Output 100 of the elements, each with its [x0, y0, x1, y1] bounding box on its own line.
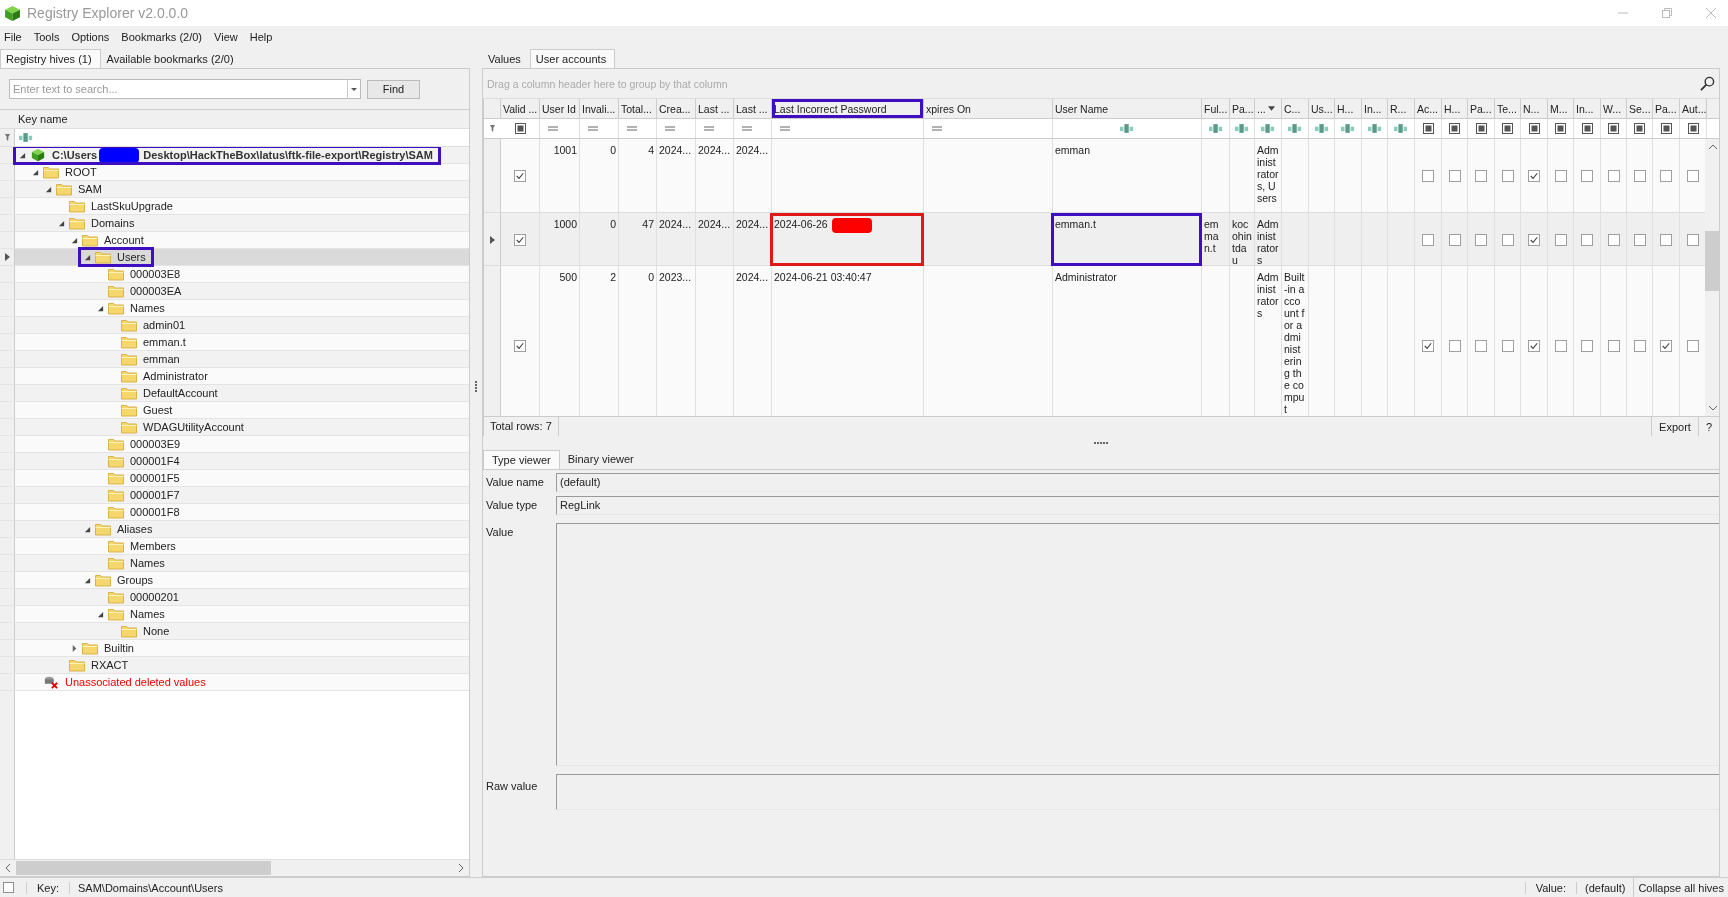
column-header[interactable]: Us... [1309, 99, 1335, 118]
tree-item[interactable]: Members [128, 540, 176, 552]
equals-filter-icon[interactable] [665, 126, 675, 131]
equals-filter-icon[interactable] [780, 126, 790, 131]
column-header[interactable]: Pa... [1653, 99, 1680, 118]
checkbox[interactable] [1448, 340, 1461, 352]
scroll-left-icon[interactable] [5, 864, 11, 872]
tree-item[interactable]: Unassociated deleted values [63, 676, 206, 688]
tree-item[interactable]: None [141, 625, 170, 637]
column-header[interactable]: ... [1255, 99, 1282, 118]
menu-item[interactable]: Bookmarks (2/0) [121, 30, 203, 43]
checkbox-filter-icon[interactable] [1555, 123, 1566, 134]
column-header[interactable]: C... [1282, 99, 1309, 118]
checkbox[interactable] [1581, 233, 1593, 246]
column-header[interactable]: Ful... [1202, 99, 1230, 118]
checkbox-filter-icon[interactable] [1660, 123, 1672, 134]
scroll-down-icon[interactable] [1708, 405, 1717, 411]
checkbox[interactable] [1607, 233, 1620, 246]
menu-item[interactable]: View [214, 30, 238, 43]
tab[interactable]: Registry hives (1) [0, 49, 101, 68]
menu-item[interactable]: Help [249, 30, 273, 43]
column-header[interactable]: Total... [619, 99, 657, 118]
column-header[interactable]: In... [1362, 99, 1388, 118]
scroll-up-icon[interactable] [1708, 144, 1717, 150]
checkbox-filter-icon[interactable] [1475, 123, 1487, 134]
checkbox[interactable] [1607, 340, 1620, 352]
checkbox[interactable] [1501, 233, 1514, 246]
equals-filter-icon[interactable] [932, 126, 942, 131]
tree-item[interactable]: 000003E9 [128, 438, 181, 450]
equals-filter-icon[interactable] [704, 126, 714, 131]
checkbox[interactable] [1448, 233, 1461, 246]
checkbox[interactable] [1633, 340, 1646, 352]
menu-item[interactable]: Tools [33, 30, 60, 43]
search-icon[interactable] [1700, 76, 1715, 91]
search-field[interactable]: Enter text to search... [9, 79, 347, 99]
menu-item[interactable]: Options [71, 30, 110, 43]
checkbox[interactable] [1422, 169, 1434, 182]
column-header[interactable]: H... [1335, 99, 1362, 118]
checkbox[interactable] [1581, 169, 1593, 182]
checkbox[interactable] [1475, 233, 1487, 246]
checkbox[interactable] [1660, 340, 1672, 352]
checkbox[interactable] [514, 233, 526, 246]
checkbox[interactable] [1475, 169, 1487, 182]
checkbox[interactable] [1687, 340, 1699, 352]
checkbox-filter-icon[interactable] [1502, 123, 1513, 134]
checkbox-filter-icon[interactable] [1528, 123, 1540, 134]
help-button[interactable]: ? [1697, 417, 1719, 436]
column-header[interactable]: Pa... [1468, 99, 1495, 118]
checkbox[interactable] [1607, 169, 1620, 182]
value-field[interactable]: RegLink [556, 496, 1719, 515]
tree-item[interactable]: Names [128, 302, 165, 314]
column-header[interactable]: Se... [1627, 99, 1653, 118]
text-filter-icon[interactable] [1120, 124, 1134, 133]
export-button[interactable]: Export [1651, 417, 1698, 436]
tree-item[interactable]: Aliases [115, 523, 153, 535]
tree-toggle-icon[interactable] [58, 219, 65, 227]
tree-toggle-icon[interactable] [71, 236, 78, 244]
equals-filter-icon[interactable] [742, 126, 752, 131]
checkbox[interactable] [1633, 169, 1646, 182]
checkbox[interactable] [1422, 340, 1434, 352]
tab[interactable]: Values [482, 49, 530, 68]
column-header[interactable]: M... [1548, 99, 1574, 118]
tab[interactable]: Binary viewer [559, 450, 642, 469]
column-header[interactable]: W... [1601, 99, 1627, 118]
tree-item[interactable]: 000001F7 [128, 489, 180, 501]
tree-item[interactable]: admin01 [141, 319, 186, 331]
tree-item[interactable]: emman [141, 353, 180, 365]
tree-toggle-icon[interactable] [84, 576, 91, 584]
collapse-all-button[interactable]: Collapse all hives [1633, 878, 1728, 897]
checkbox[interactable] [1554, 340, 1567, 352]
tree-item[interactable]: ROOT [63, 166, 97, 178]
equals-filter-icon[interactable] [548, 126, 558, 131]
tree-item[interactable]: Groups [115, 574, 154, 586]
tree-toggle-icon[interactable] [97, 610, 104, 618]
tree-item[interactable]: LastSkuUpgrade [89, 200, 173, 212]
checkbox[interactable] [1660, 233, 1672, 246]
checkbox[interactable] [1422, 233, 1434, 246]
dropdown-caret-icon[interactable] [1267, 106, 1275, 111]
checkbox-filter-icon[interactable] [1634, 123, 1645, 134]
tree-item[interactable]: DefaultAccount [141, 387, 218, 399]
column-header[interactable]: Ac... [1415, 99, 1442, 118]
tree-item[interactable]: 000003EA [128, 285, 182, 297]
menu-item[interactable]: File [4, 30, 22, 43]
dropdown-button[interactable] [347, 79, 361, 99]
column-header[interactable]: Last ... [734, 99, 772, 118]
scrollbar-thumb[interactable] [1705, 231, 1719, 291]
tree-item[interactable]: emman.t [141, 336, 186, 348]
checkbox[interactable] [1448, 169, 1461, 182]
column-header[interactable]: Aut... [1680, 99, 1707, 118]
checkbox[interactable] [514, 340, 526, 352]
tree-item[interactable]: WDAGUtilityAccount [141, 421, 244, 433]
tree-toggle-icon[interactable] [84, 253, 91, 261]
tree-item[interactable]: 000001F4 [128, 455, 180, 467]
tree-item[interactable]: C:\Users [50, 149, 98, 161]
checkbox[interactable] [1501, 340, 1514, 352]
tree-item[interactable]: 000001F5 [128, 472, 180, 484]
checkbox[interactable] [3, 882, 14, 893]
column-header[interactable]: Last ... [696, 99, 734, 118]
tree-item[interactable]: Guest [141, 404, 173, 416]
text-filter-icon[interactable] [1314, 124, 1329, 133]
